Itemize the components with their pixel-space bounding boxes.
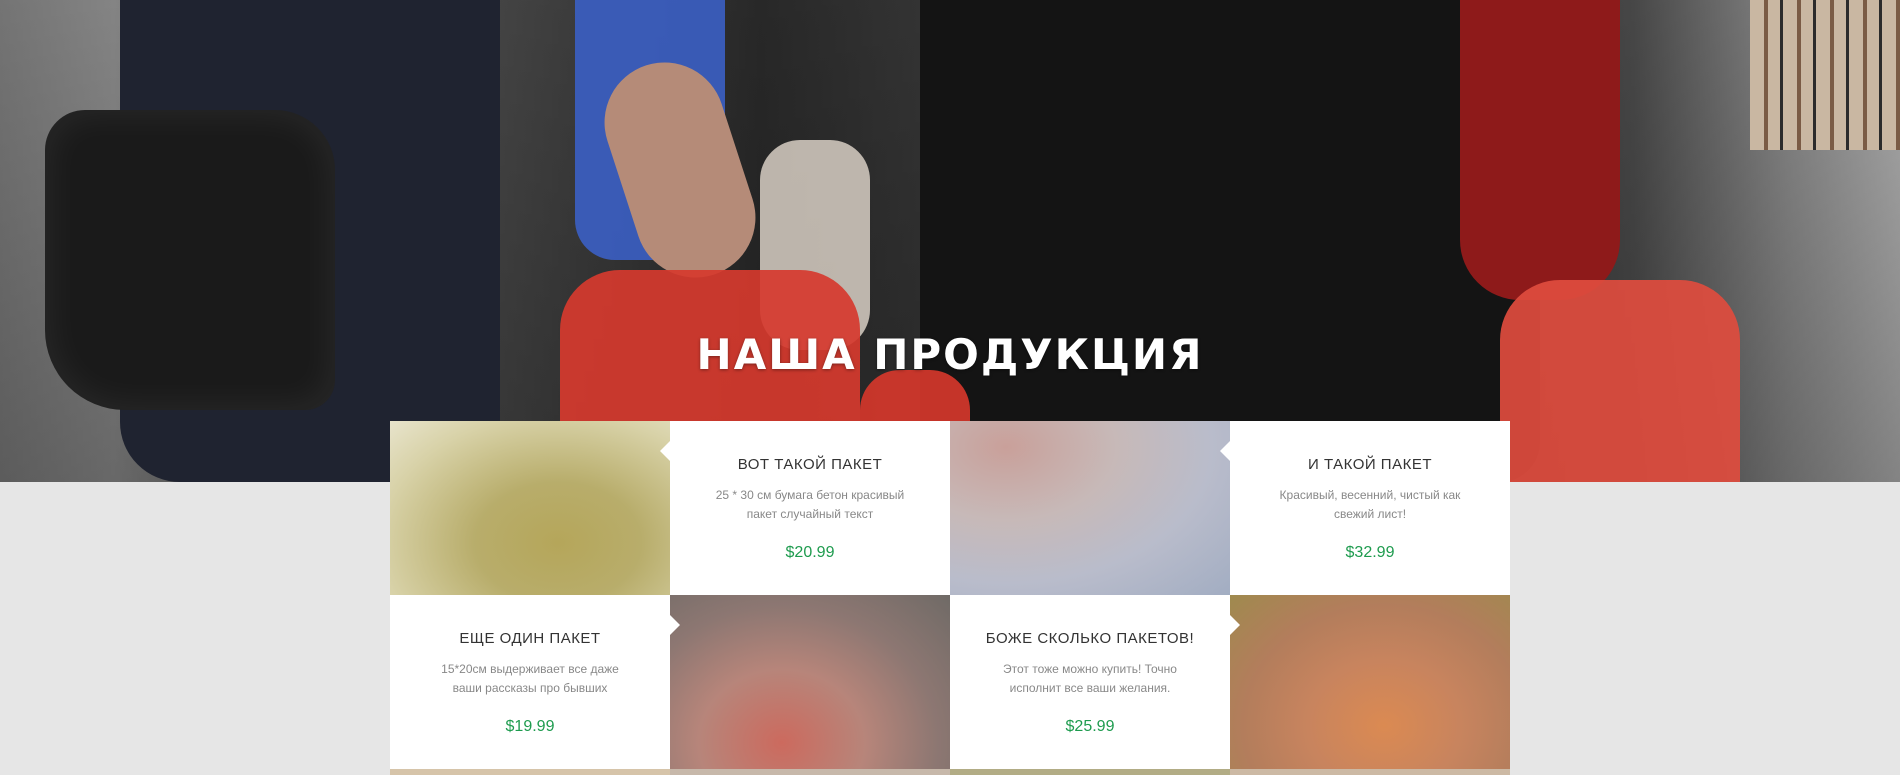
hero-photo-red-jacket [1460, 0, 1620, 300]
hero-photo-red-bag-right [1500, 280, 1740, 482]
page-title: НАША ПРОДУКЦИЯ [696, 330, 1204, 379]
product-price: $25.99 [1065, 718, 1115, 735]
product-title: ВОТ ТАКОЙ ПАКЕТ [737, 456, 883, 473]
product-image-partial [950, 769, 1230, 775]
product-description: Красивый, весенний, чистый как свежий ли… [1279, 488, 1461, 521]
product-description: 15*20см выдерживает все даже ваши расска… [441, 662, 619, 695]
product-image[interactable] [390, 421, 670, 595]
product-grid: ВОТ ТАКОЙ ПАКЕТ 25 * 30 см бумага бетон … [390, 421, 1510, 769]
product-card[interactable]: ЕЩЕ ОДИН ПАКЕТ 15*20см выдерживает все д… [390, 595, 680, 769]
product-image-partial [1230, 769, 1510, 775]
product-title: ЕЩЕ ОДИН ПАКЕТ [459, 630, 601, 647]
product-image-partial [670, 769, 950, 775]
hero-photo-person-right [920, 0, 1540, 482]
product-description: 25 * 30 см бумага бетон красивый пакет с… [715, 488, 905, 521]
product-description: Этот тоже можно купить! Точно исполнит в… [1003, 662, 1177, 695]
product-price: $32.99 [1345, 544, 1395, 561]
hero-banner: НАША ПРОДУКЦИЯ [0, 0, 1900, 482]
product-title: И ТАКОЙ ПАКЕТ [1308, 456, 1432, 473]
product-image[interactable] [950, 421, 1230, 595]
product-image[interactable] [1230, 595, 1510, 769]
product-image-partial [390, 769, 670, 775]
product-image[interactable] [670, 595, 950, 769]
product-title: БОЖЕ СКОЛЬКО ПАКЕТОВ! [985, 630, 1195, 647]
product-card[interactable]: ВОТ ТАКОЙ ПАКЕТ 25 * 30 см бумага бетон … [660, 421, 950, 595]
product-card[interactable]: И ТАКОЙ ПАКЕТ Красивый, весенний, чистый… [1220, 421, 1510, 595]
product-card[interactable]: БОЖЕ СКОЛЬКО ПАКЕТОВ! Этот тоже можно ку… [950, 595, 1240, 769]
product-price: $20.99 [785, 544, 835, 561]
product-price: $19.99 [505, 718, 555, 735]
hero-photo-plaid-coat [1750, 0, 1900, 150]
